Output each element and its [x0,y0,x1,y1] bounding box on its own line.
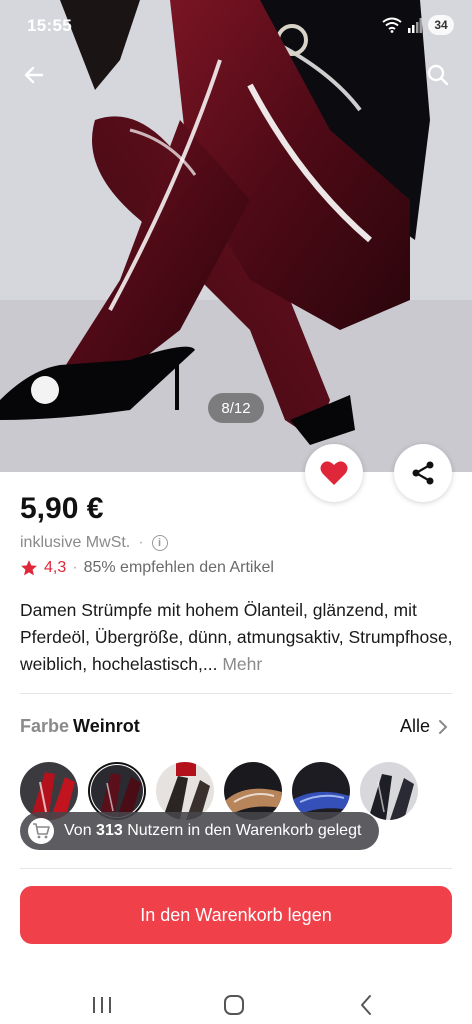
selected-color: Weinrot [73,716,140,736]
tax-note-row: inklusive MwSt. · i [20,534,168,552]
divider [20,868,452,869]
back-button[interactable] [14,55,54,95]
favorite-button[interactable] [305,444,363,502]
chevron-right-icon [439,719,448,734]
nav-back-button[interactable] [346,990,386,1020]
star-icon [21,560,37,576]
rating-value: 4,3 [44,559,67,576]
separator-dot: · [138,534,144,551]
color-label: Farbe [20,716,70,736]
swatch-image [91,765,143,817]
all-colors-link[interactable]: Alle [400,716,448,737]
share-button[interactable] [394,444,452,502]
battery-indicator: 34 [428,15,454,35]
social-proof-suffix: Nutzern in den Warenkorb gelegt [127,822,362,839]
search-icon [427,64,449,86]
product-description: Damen Strümpfe mit hohem Ölanteil, glänz… [20,597,456,678]
rating-row[interactable]: 4,3 · 85% empfehlen den Artikel [20,559,274,577]
cart-social-proof: Von 313 Nutzern in den Warenkorb gelegt [20,812,380,850]
swatch-image [360,762,418,820]
info-icon[interactable]: i [151,535,168,551]
recents-icon [93,997,111,1013]
product-price: 5,90 € [20,492,104,525]
cart-icon [33,823,50,839]
system-nav-bar [0,990,472,1024]
recents-button[interactable] [82,990,122,1020]
separator-dot: · [72,559,78,576]
image-page-counter: 8/12 [208,393,264,423]
divider [20,693,452,694]
add-to-cart-button[interactable]: In den Warenkorb legen [20,886,452,944]
home-icon [224,995,244,1015]
color-selector-header: Farbe Weinrot Alle [20,716,452,740]
share-icon [412,461,434,485]
social-proof-count: 313 [96,822,123,839]
more-link[interactable]: Mehr [222,654,262,674]
status-time: 15:55 [27,16,72,35]
wifi-icon [382,17,402,33]
color-swatch-black-gloss[interactable] [360,762,418,820]
status-icons: 34 [382,14,454,36]
social-proof-text: Von 313 Nutzern in den Warenkorb gelegt [64,822,361,840]
nav-back-icon [361,995,371,1015]
tax-note: inklusive MwSt. [20,534,131,551]
cart-icon-wrapper [28,818,54,844]
heart-icon [320,461,348,485]
status-bar: 15:55 34 [0,0,472,52]
search-button[interactable] [418,55,458,95]
swatch-image-wrapper [91,765,143,817]
signal-icon [408,18,422,33]
social-proof-prefix: Von [64,822,92,839]
home-button[interactable] [214,990,254,1020]
all-colors-label: Alle [399,716,430,736]
back-arrow-icon [24,66,44,84]
recommend-text: 85% empfehlen den Artikel [83,559,274,576]
